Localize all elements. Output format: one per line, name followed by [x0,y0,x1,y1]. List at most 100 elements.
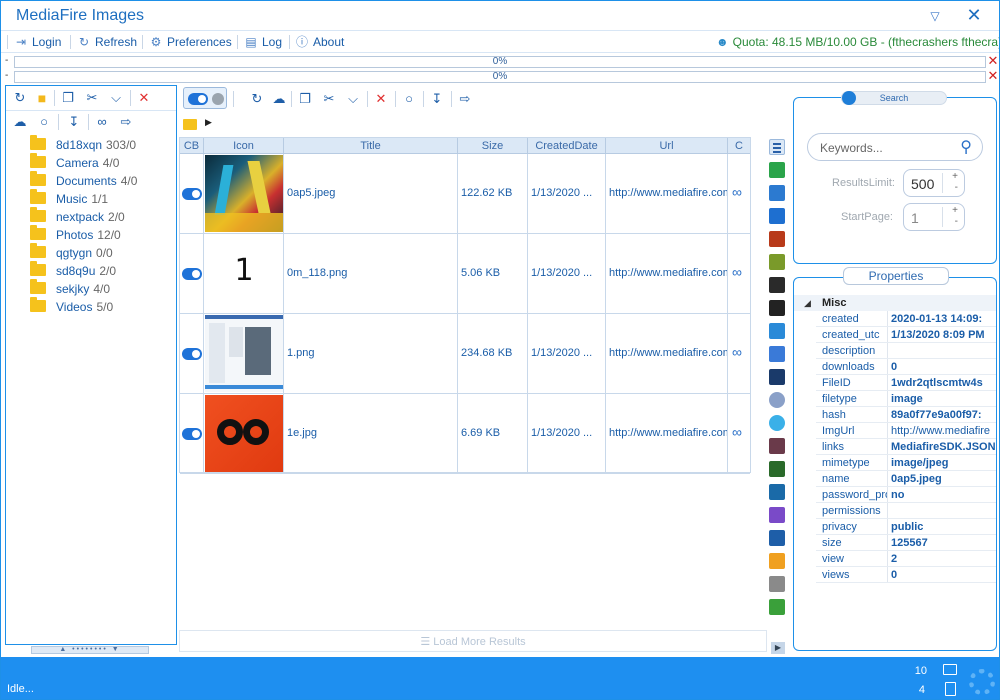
tree-item[interactable]: nextpack 2/0 [30,207,125,225]
start-page-stepper[interactable]: 1 + - [903,203,965,231]
feather-icon[interactable] [769,507,785,523]
download-icon[interactable]: ↧ [427,89,447,109]
upload-icon[interactable]: ☁ [269,89,289,109]
property-row[interactable]: links MediafireSDK.JSON [794,439,996,455]
strip-scroll-icon[interactable]: ▶ [771,642,785,654]
property-row[interactable]: views 0 [794,567,996,583]
eye-icon[interactable] [769,277,785,293]
lock-icon[interactable]: ○ [399,89,419,109]
login-button[interactable]: ⇥ Login [14,34,61,50]
table-row[interactable]: 1e.jpg 6.69 KB 1/13/2020 ... http://www.med… [180,394,750,474]
column-header-cb[interactable]: CB [180,138,204,154]
cancel-icon[interactable]: ✕ [987,68,999,84]
terminal-icon[interactable] [769,461,785,477]
increment-icon[interactable]: + [952,205,958,216]
grid-icon[interactable] [769,484,785,500]
rename-icon[interactable]: ⌵ [106,88,126,108]
copy-icon[interactable]: ❐ [58,88,78,108]
decrement-icon[interactable]: - [955,182,958,193]
toggle-off-icon[interactable] [212,93,224,105]
sparkle-icon[interactable] [769,553,785,569]
stack-icon[interactable] [769,254,785,270]
tree-item[interactable]: qgtygn 0/0 [30,243,113,261]
keywords-input[interactable]: Keywords... ⚲ [807,133,983,161]
results-limit-stepper[interactable]: 500 + - [903,169,965,197]
about-button[interactable]: ⓘ About [295,34,344,50]
export-icon[interactable]: ⇨ [116,112,136,132]
property-row[interactable]: permissions [794,503,996,519]
toggle-on-icon[interactable] [182,348,202,360]
table-row[interactable]: 0ap5.jpeg 122.62 KB 1/13/2020 ... http://ww… [180,154,750,234]
tree-item[interactable]: sekjky 4/0 [30,279,110,297]
refresh-button[interactable]: ↻ Refresh [77,34,137,50]
ib-icon[interactable] [769,323,785,339]
dropdown-icon[interactable]: ▽ [927,9,943,23]
column-header-created[interactable]: CreatedDate [528,138,606,154]
table-row[interactable]: 1 0m_118.png 5.06 KB 1/13/2020 ... http://ww… [180,234,750,314]
log-button[interactable]: ▤ Log [244,34,282,50]
property-row[interactable]: created_utc 1/13/2020 8:09 PM [794,327,996,343]
p-icon[interactable] [769,208,785,224]
property-row[interactable]: hash 89a0f77e9a00f97: [794,407,996,423]
tree-item[interactable]: Videos 5/0 [30,297,113,315]
property-row[interactable]: created 2020-01-13 14:09: [794,311,996,327]
toggle-on-icon[interactable] [182,268,202,280]
settings-sliders-icon[interactable] [769,139,785,155]
path-chevron-icon[interactable]: ▶ [205,117,212,128]
decrement-icon[interactable]: - [955,216,958,227]
toggle-on-icon[interactable] [182,428,202,440]
search-icon[interactable]: ⚲ [960,137,972,157]
property-row[interactable]: password_pro no [794,487,996,503]
search-toggle-knob[interactable] [842,91,856,105]
column-header-title[interactable]: Title [284,138,458,154]
upload-icon[interactable]: ☁ [10,112,30,132]
property-row[interactable]: filetype image [794,391,996,407]
toggle-on-icon[interactable] [182,188,202,200]
cut-icon[interactable]: ✂ [82,88,102,108]
link-icon[interactable]: ∞ [732,264,742,280]
link-icon[interactable]: ∞ [732,424,742,440]
cancel-icon[interactable]: ✕ [987,53,999,69]
table-row[interactable]: 1.png 234.68 KB 1/13/2020 ... http://www.me… [180,314,750,394]
bookmark-icon[interactable] [769,231,785,247]
refresh-icon[interactable]: ↻ [10,88,30,108]
ibb-icon[interactable] [769,346,785,362]
cut-icon[interactable]: ✂ [319,89,339,109]
screen-icon[interactable] [769,369,785,385]
tree-item[interactable]: Music 1/1 [30,189,108,207]
dot-icon[interactable] [769,415,785,431]
close-icon[interactable]: ✕ [965,5,983,25]
link-icon[interactable]: ∞ [732,184,742,200]
export-icon[interactable]: ⇨ [455,89,475,109]
refresh-icon[interactable]: ↻ [247,89,267,109]
delete-icon[interactable]: ✕ [134,88,154,108]
download-icon[interactable]: ↧ [64,112,84,132]
image-host-icon[interactable] [769,185,785,201]
link-icon[interactable]: ∞ [732,344,742,360]
preferences-button[interactable]: ⚙ Preferences [149,34,232,50]
search-tab[interactable]: Search [841,91,947,105]
load-more-button[interactable]: ☰ Load More Results [179,630,767,652]
increment-icon[interactable]: + [952,171,958,182]
toggle-on-icon[interactable] [188,93,208,105]
link-icon[interactable]: ∞ [92,112,112,132]
tree-scrollbar[interactable]: ▲ •••••••• ▼ [31,646,149,654]
property-row[interactable]: mimetype image/jpeg [794,455,996,471]
tree-item[interactable]: Photos 12/0 [30,225,121,243]
document-icon[interactable] [769,530,785,546]
tree-item[interactable]: 8d18xqn 303/0 [30,135,136,153]
folder-icon[interactable] [183,119,197,130]
property-row[interactable]: ImgUrl http://www.mediafire [794,423,996,439]
lock-icon[interactable]: ○ [34,112,54,132]
properties-tab[interactable]: Properties [843,267,949,285]
column-header-c[interactable]: C [728,138,750,154]
share-icon[interactable] [769,162,785,178]
property-row[interactable]: downloads 0 [794,359,996,375]
globe-icon[interactable] [769,392,785,408]
new-folder-icon[interactable]: ■ [32,88,52,108]
property-row[interactable]: description [794,343,996,359]
collapse-icon[interactable]: ◢ [804,295,811,311]
column-header-icon[interactable]: Icon [204,138,284,154]
tree-item[interactable]: Camera 4/0 [30,153,119,171]
delete-icon[interactable]: ✕ [371,89,391,109]
